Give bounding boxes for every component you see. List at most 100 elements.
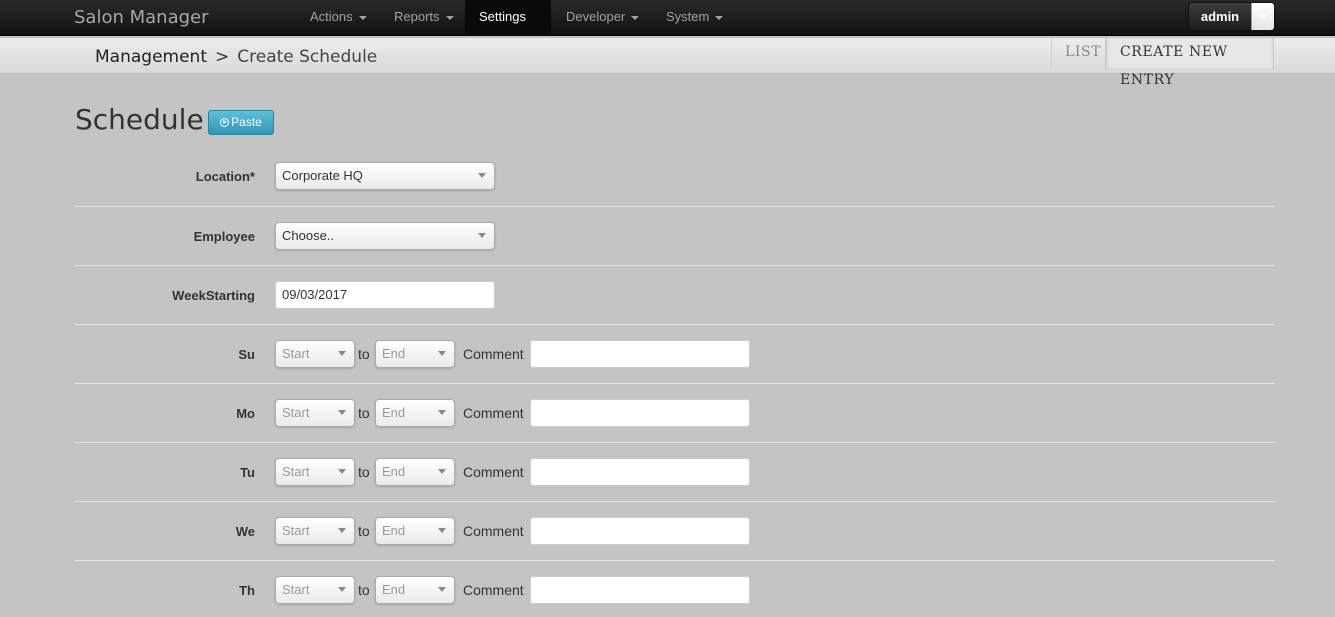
tab-list-label: LIST (1065, 44, 1102, 60)
dropdown-arrow-icon (438, 351, 446, 356)
dropdown-arrow-icon (438, 528, 446, 533)
comment-label: Comment (463, 405, 524, 421)
day-label: Mo (236, 406, 255, 421)
comment-input[interactable] (530, 340, 750, 368)
form-row-day: We Start to End Comment (75, 501, 1275, 561)
nav-actions[interactable]: Actions (296, 0, 381, 36)
end-time-value: End (382, 464, 406, 479)
nav-system-label: System (666, 9, 710, 24)
app-title[interactable]: Salon Manager (74, 7, 209, 28)
to-text: to (358, 523, 370, 539)
comment-label: Comment (463, 464, 524, 480)
start-time-value: Start (282, 582, 310, 597)
form-row-employee: Employee Choose.. (75, 206, 1275, 266)
comment-label: Comment (463, 346, 524, 362)
start-time-select[interactable]: Start (275, 399, 355, 427)
paste-button-label: Paste (231, 115, 262, 129)
form-row-day: Tu Start to End Comment (75, 442, 1275, 502)
week-starting-label: WeekStarting (172, 288, 255, 303)
breadcrumb: Management > Create Schedule (95, 47, 377, 67)
dropdown-arrow-icon (438, 469, 446, 474)
user-name[interactable]: admin (1189, 3, 1251, 30)
day-label: Th (239, 583, 255, 598)
dropdown-arrow-icon (338, 351, 346, 356)
week-starting-input[interactable]: 09/03/2017 (275, 281, 495, 309)
caret-down-icon (445, 15, 454, 20)
location-label: Location* (195, 169, 255, 184)
user-menu-button[interactable]: admin (1188, 2, 1275, 31)
dropdown-arrow-icon (478, 233, 486, 238)
nav-reports-label: Reports (394, 9, 440, 24)
breadcrumb-separator: > (215, 47, 230, 67)
form-row-week-starting: WeekStarting 09/03/2017 (75, 265, 1275, 325)
page-title: Schedule (75, 103, 204, 136)
tab-create-new-entry[interactable]: CREATE NEW ENTRY (1106, 38, 1274, 88)
dropdown-arrow-icon (338, 528, 346, 533)
breadcrumb-current: Create Schedule (237, 47, 378, 67)
end-time-select[interactable]: End (375, 458, 455, 486)
employee-select[interactable]: Choose.. (275, 222, 495, 250)
caret-down-icon (358, 15, 367, 20)
start-time-select[interactable]: Start (275, 576, 355, 604)
nav-developer[interactable]: Developer (552, 0, 653, 36)
tab-create-new-entry-label: CREATE NEW ENTRY (1120, 44, 1228, 88)
dropdown-arrow-icon (478, 173, 486, 178)
nav-settings-label: Settings (479, 9, 526, 24)
caret-down-icon (715, 15, 724, 20)
start-time-value: Start (282, 464, 310, 479)
to-text: to (358, 346, 370, 362)
nav-settings[interactable]: Settings (465, 0, 551, 53)
start-time-value: Start (282, 405, 310, 420)
caret-down-icon (631, 15, 640, 20)
form-row-location: Location* Corporate HQ (75, 148, 1275, 207)
start-time-select[interactable]: Start (275, 340, 355, 368)
paste-button[interactable]: Paste (208, 110, 274, 135)
dropdown-arrow-icon (438, 587, 446, 592)
nav-reports[interactable]: Reports (380, 0, 468, 36)
subheader-bar: Management > Create Schedule LIST CREATE N… (0, 38, 1335, 88)
dropdown-arrow-icon (438, 410, 446, 415)
nav-developer-label: Developer (566, 9, 626, 24)
breadcrumb-parent[interactable]: Management (95, 47, 207, 67)
comment-input[interactable] (530, 399, 750, 427)
top-navbar: Salon Manager Actions Reports Settings D… (0, 0, 1335, 53)
form-row-day: Mo Start to End Comment (75, 383, 1275, 443)
form-row-day: Th Start to End Comment (75, 560, 1275, 617)
week-starting-value: 09/03/2017 (282, 287, 348, 302)
to-text: to (358, 464, 370, 480)
comment-label: Comment (463, 582, 524, 598)
form-row-day: Su Start to End Comment (75, 324, 1275, 384)
end-time-value: End (382, 346, 406, 361)
caret-down-icon (1259, 15, 1267, 19)
comment-input[interactable] (530, 458, 750, 486)
start-time-value: Start (282, 523, 310, 538)
end-time-value: End (382, 523, 406, 538)
employee-select-value: Choose.. (282, 228, 335, 243)
dropdown-arrow-icon (338, 587, 346, 592)
play-circle-icon (220, 118, 230, 127)
user-menu-toggle[interactable] (1251, 3, 1274, 30)
nav-system[interactable]: System (652, 0, 737, 36)
end-time-value: End (382, 582, 406, 597)
start-time-select[interactable]: Start (275, 458, 355, 486)
start-time-value: Start (282, 346, 310, 361)
comment-input[interactable] (530, 576, 750, 604)
to-text: to (358, 582, 370, 598)
employee-label: Employee (193, 229, 255, 244)
dropdown-arrow-icon (338, 469, 346, 474)
comment-label: Comment (463, 523, 524, 539)
comment-input[interactable] (530, 517, 750, 545)
end-time-select[interactable]: End (375, 340, 455, 368)
end-time-select[interactable]: End (375, 399, 455, 427)
day-label: Su (238, 347, 255, 362)
dropdown-arrow-icon (338, 410, 346, 415)
end-time-select[interactable]: End (375, 517, 455, 545)
nav-actions-label: Actions (310, 9, 353, 24)
day-label: We (235, 524, 255, 539)
to-text: to (358, 405, 370, 421)
location-select[interactable]: Corporate HQ (275, 162, 495, 190)
tab-list[interactable]: LIST (1051, 38, 1106, 70)
day-label: Tu (240, 465, 255, 480)
end-time-select[interactable]: End (375, 576, 455, 604)
start-time-select[interactable]: Start (275, 517, 355, 545)
